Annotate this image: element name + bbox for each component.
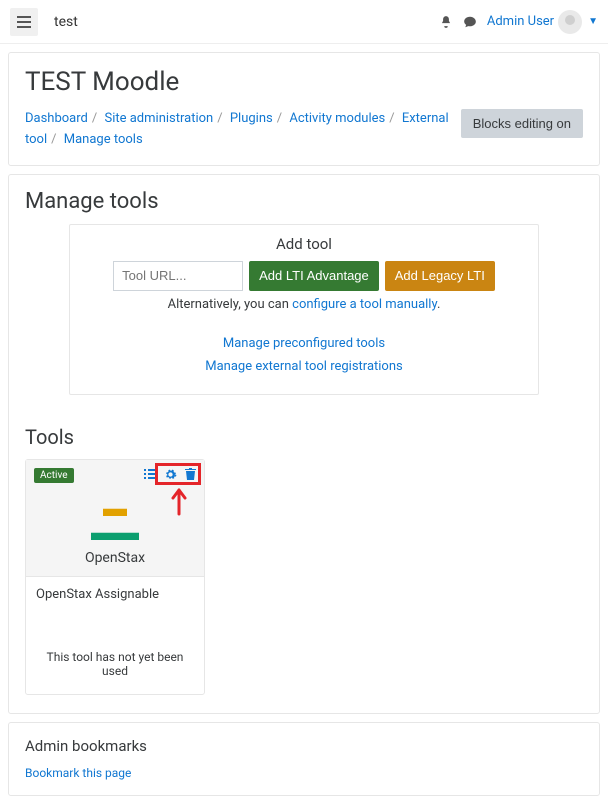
user-menu[interactable]: Admin User	[487, 14, 554, 29]
book-icon: ▬▬	[91, 518, 139, 546]
breadcrumb-plugins[interactable]: Plugins	[230, 111, 273, 126]
trash-icon	[185, 468, 196, 480]
site-brand: test	[54, 14, 78, 30]
page-header-region: TEST Moodle Dashboard/ Site administrati…	[8, 52, 600, 166]
tool-settings-icon[interactable]	[162, 466, 178, 482]
bell-icon	[439, 15, 453, 29]
admin-bookmarks-region: Admin bookmarks Bookmark this page	[8, 722, 600, 796]
manage-registrations-link[interactable]: Manage external tool registrations	[205, 359, 403, 374]
tool-usage-text: This tool has not yet been used	[26, 642, 204, 694]
add-lti-advantage-button[interactable]: Add LTI Advantage	[249, 261, 379, 291]
tool-card-header: Active ▬▬▬ OpenStax	[26, 460, 204, 577]
tool-list-icon[interactable]	[142, 466, 158, 482]
bookmark-page-link[interactable]: Bookmark this page	[25, 766, 131, 780]
tool-card: Active ▬▬▬ OpenStax OpenStax Assignable …	[25, 459, 205, 695]
nav-drawer-toggle[interactable]	[10, 8, 38, 36]
tool-subtitle: OpenStax Assignable	[26, 577, 204, 642]
add-tool-box: Add tool Add LTI Advantage Add Legacy LT…	[69, 224, 539, 396]
breadcrumb: Dashboard/ Site administration/ Plugins/…	[25, 109, 451, 151]
list-icon	[144, 468, 156, 480]
breadcrumb-manage-tools[interactable]: Manage tools	[64, 132, 143, 147]
manage-tools-region: Manage tools Add tool Add LTI Advantage …	[8, 174, 600, 715]
configure-manually-link[interactable]: configure a tool manually	[292, 297, 437, 312]
breadcrumb-activity-modules[interactable]: Activity modules	[289, 111, 385, 126]
manage-preconfigured-link[interactable]: Manage preconfigured tools	[223, 336, 385, 351]
tool-delete-icon[interactable]	[182, 466, 198, 482]
breadcrumb-dashboard[interactable]: Dashboard	[25, 111, 88, 126]
messages-button[interactable]	[463, 15, 477, 29]
gear-icon	[164, 468, 177, 481]
hamburger-icon	[17, 16, 31, 28]
notifications-button[interactable]	[439, 15, 453, 29]
user-menu-caret[interactable]: ▼	[588, 16, 598, 27]
page-title: TEST Moodle	[25, 67, 583, 97]
tool-url-input[interactable]	[113, 261, 243, 291]
admin-bookmarks-heading: Admin bookmarks	[25, 737, 583, 755]
tool-actions	[142, 466, 198, 482]
alternative-text: Alternatively, you can configure a tool …	[86, 297, 522, 312]
tool-logo: ▬▬▬	[34, 496, 196, 544]
breadcrumb-site-administration[interactable]: Site administration	[104, 111, 213, 126]
blocks-editing-button[interactable]: Blocks editing on	[461, 109, 583, 138]
status-badge: Active	[34, 468, 74, 483]
add-legacy-lti-button[interactable]: Add Legacy LTI	[385, 261, 495, 291]
manage-tools-heading: Manage tools	[25, 189, 583, 214]
tool-name: OpenStax	[34, 550, 196, 566]
topbar: test Admin User ▼	[0, 0, 608, 44]
user-avatar[interactable]	[558, 10, 582, 34]
add-tool-heading: Add tool	[86, 235, 522, 253]
tools-heading: Tools	[25, 425, 583, 449]
speech-bubble-icon	[463, 15, 477, 29]
